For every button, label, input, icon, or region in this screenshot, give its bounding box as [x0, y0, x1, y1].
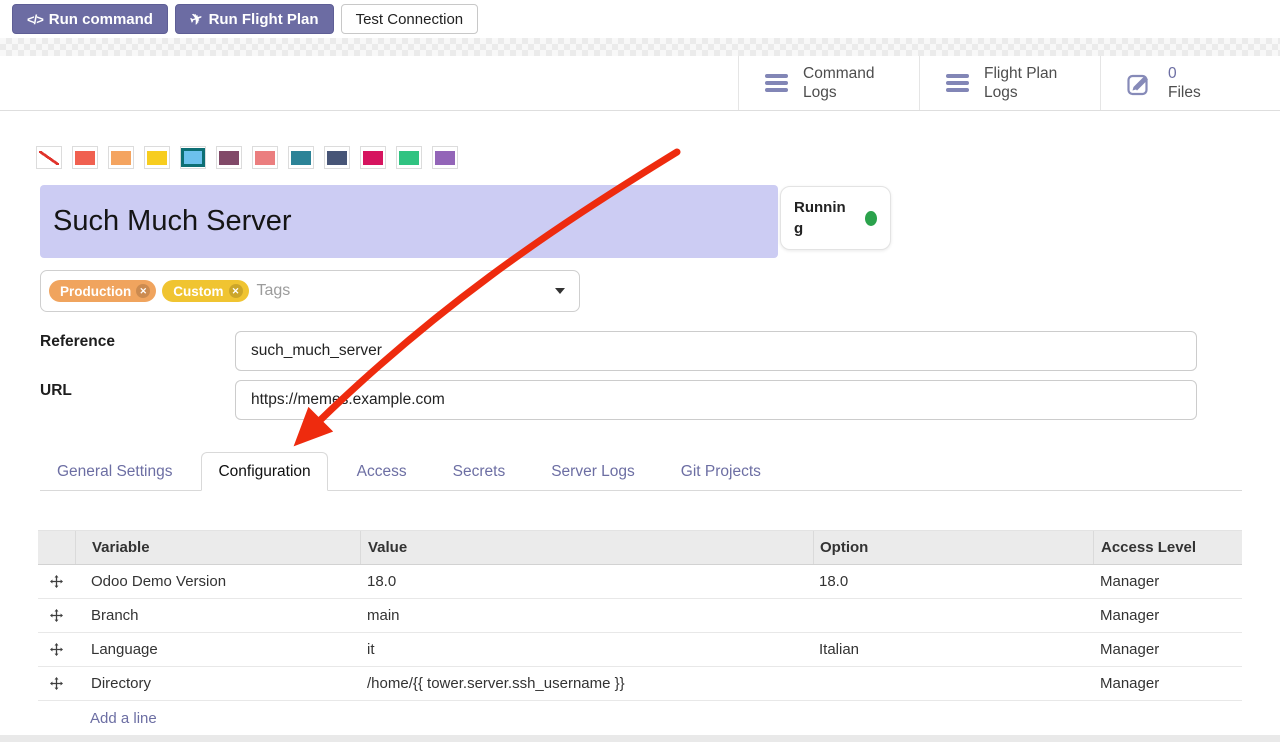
- cell-value[interactable]: main: [360, 599, 813, 632]
- command-logs-line2: Logs: [803, 84, 837, 101]
- files-label: Files: [1168, 84, 1201, 101]
- test-connection-button[interactable]: Test Connection: [341, 4, 479, 34]
- action-toolbar: </> Run command ✈ Run Flight Plan Test C…: [0, 0, 1280, 38]
- tags-placeholder: Tags: [257, 282, 291, 300]
- column-header-variable[interactable]: Variable: [75, 531, 360, 564]
- files-count: 0: [1168, 65, 1177, 82]
- add-a-line-link[interactable]: Add a line: [38, 701, 1242, 735]
- color-swatch-11[interactable]: [432, 146, 458, 169]
- cell-access-level[interactable]: Manager: [1093, 633, 1242, 666]
- tag-production[interactable]: Production ✕: [49, 280, 156, 302]
- tag-custom[interactable]: Custom ✕: [162, 280, 248, 302]
- command-logs-line1: Command: [803, 65, 875, 82]
- remove-tag-icon[interactable]: ✕: [136, 284, 150, 298]
- drag-handle-icon[interactable]: [38, 565, 75, 598]
- cell-access-level[interactable]: Manager: [1093, 565, 1242, 598]
- flight-plan-logs-line1: Flight Plan: [984, 65, 1057, 82]
- flight-plan-logs-stat-button[interactable]: Flight Plan Logs: [919, 56, 1100, 110]
- flight-plan-logs-line2: Logs: [984, 84, 1018, 101]
- table-row[interactable]: Directory /home/{{ tower.server.ssh_user…: [38, 667, 1242, 701]
- checker-strip: [0, 38, 1280, 56]
- cell-value[interactable]: /home/{{ tower.server.ssh_username }}: [360, 667, 813, 700]
- server-form-page: </> Run command ✈ Run Flight Plan Test C…: [0, 0, 1280, 742]
- files-stat-button[interactable]: 0 Files: [1100, 56, 1280, 110]
- edit-file-icon: [1127, 71, 1153, 96]
- cell-access-level[interactable]: Manager: [1093, 599, 1242, 632]
- cell-variable[interactable]: Language: [75, 633, 360, 666]
- table-row[interactable]: Language it Italian Manager: [38, 633, 1242, 667]
- color-picker: [36, 146, 458, 169]
- run-command-button[interactable]: </> Run command: [12, 4, 168, 34]
- color-swatch-10[interactable]: [396, 146, 422, 169]
- command-logs-stat-button[interactable]: Command Logs: [738, 56, 919, 110]
- table-row[interactable]: Odoo Demo Version 18.0 18.0 Manager: [38, 565, 1242, 599]
- code-icon: </>: [27, 12, 43, 27]
- status-green-dot-icon: [865, 211, 877, 226]
- cell-option[interactable]: [813, 599, 1093, 632]
- drag-handle-icon[interactable]: [38, 599, 75, 632]
- cell-variable[interactable]: Directory: [75, 667, 360, 700]
- reference-label: Reference: [40, 333, 115, 351]
- cell-access-level[interactable]: Manager: [1093, 667, 1242, 700]
- notebook-tabs: General Settings Configuration Access Se…: [40, 452, 1242, 491]
- cell-value[interactable]: 18.0: [360, 565, 813, 598]
- url-field[interactable]: [235, 380, 1197, 420]
- run-command-label: Run command: [49, 11, 153, 28]
- server-name-text: Such Much Server: [53, 205, 292, 238]
- tag-custom-label: Custom: [173, 284, 223, 299]
- handle-column-header: [38, 531, 75, 564]
- tab-server-logs[interactable]: Server Logs: [534, 452, 652, 491]
- cell-option[interactable]: Italian: [813, 633, 1093, 666]
- remove-tag-icon[interactable]: ✕: [229, 284, 243, 298]
- no-color-icon: [39, 151, 59, 165]
- cell-variable[interactable]: Branch: [75, 599, 360, 632]
- bottom-strip: [0, 735, 1280, 742]
- table-row[interactable]: Branch main Manager: [38, 599, 1242, 633]
- drag-handle-icon[interactable]: [38, 633, 75, 666]
- tab-configuration[interactable]: Configuration: [201, 452, 327, 491]
- column-header-access-level[interactable]: Access Level: [1093, 531, 1242, 564]
- tab-git-projects[interactable]: Git Projects: [664, 452, 778, 491]
- cell-variable[interactable]: Odoo Demo Version: [75, 565, 360, 598]
- list-icon: [765, 74, 788, 92]
- cell-value[interactable]: it: [360, 633, 813, 666]
- color-swatch-5[interactable]: [216, 146, 242, 169]
- table-header-row: Variable Value Option Access Level: [38, 530, 1242, 565]
- tab-access[interactable]: Access: [340, 452, 424, 491]
- color-swatch-none[interactable]: [36, 146, 62, 169]
- url-label: URL: [40, 382, 72, 400]
- run-flight-plan-button[interactable]: ✈ Run Flight Plan: [175, 4, 334, 34]
- status-card: Running: [780, 186, 891, 250]
- color-swatch-8[interactable]: [324, 146, 350, 169]
- plane-icon: ✈: [187, 8, 205, 29]
- color-swatch-1[interactable]: [72, 146, 98, 169]
- test-connection-label: Test Connection: [356, 11, 464, 28]
- list-icon: [946, 74, 969, 92]
- color-swatch-9[interactable]: [360, 146, 386, 169]
- color-swatch-2[interactable]: [108, 146, 134, 169]
- form-header-band: Command Logs Flight Plan Logs 0 Files: [0, 56, 1280, 111]
- chevron-down-icon[interactable]: [555, 288, 565, 294]
- column-header-value[interactable]: Value: [360, 531, 813, 564]
- tag-production-label: Production: [60, 284, 131, 299]
- variables-table: Variable Value Option Access Level Odoo …: [38, 530, 1242, 735]
- tab-general-settings[interactable]: General Settings: [40, 452, 189, 491]
- server-name-input[interactable]: Such Much Server: [40, 185, 778, 258]
- column-header-option[interactable]: Option: [813, 531, 1093, 564]
- drag-handle-icon[interactable]: [38, 667, 75, 700]
- tags-input[interactable]: Production ✕ Custom ✕ Tags: [40, 270, 580, 312]
- reference-field[interactable]: [235, 331, 1197, 371]
- cell-option[interactable]: 18.0: [813, 565, 1093, 598]
- cell-option[interactable]: [813, 667, 1093, 700]
- color-swatch-3[interactable]: [144, 146, 170, 169]
- color-swatch-6[interactable]: [252, 146, 278, 169]
- run-flight-plan-label: Run Flight Plan: [209, 11, 319, 28]
- color-swatch-4-selected[interactable]: [180, 146, 206, 169]
- color-swatch-7[interactable]: [288, 146, 314, 169]
- status-label: Running: [794, 197, 846, 239]
- tab-secrets[interactable]: Secrets: [436, 452, 523, 491]
